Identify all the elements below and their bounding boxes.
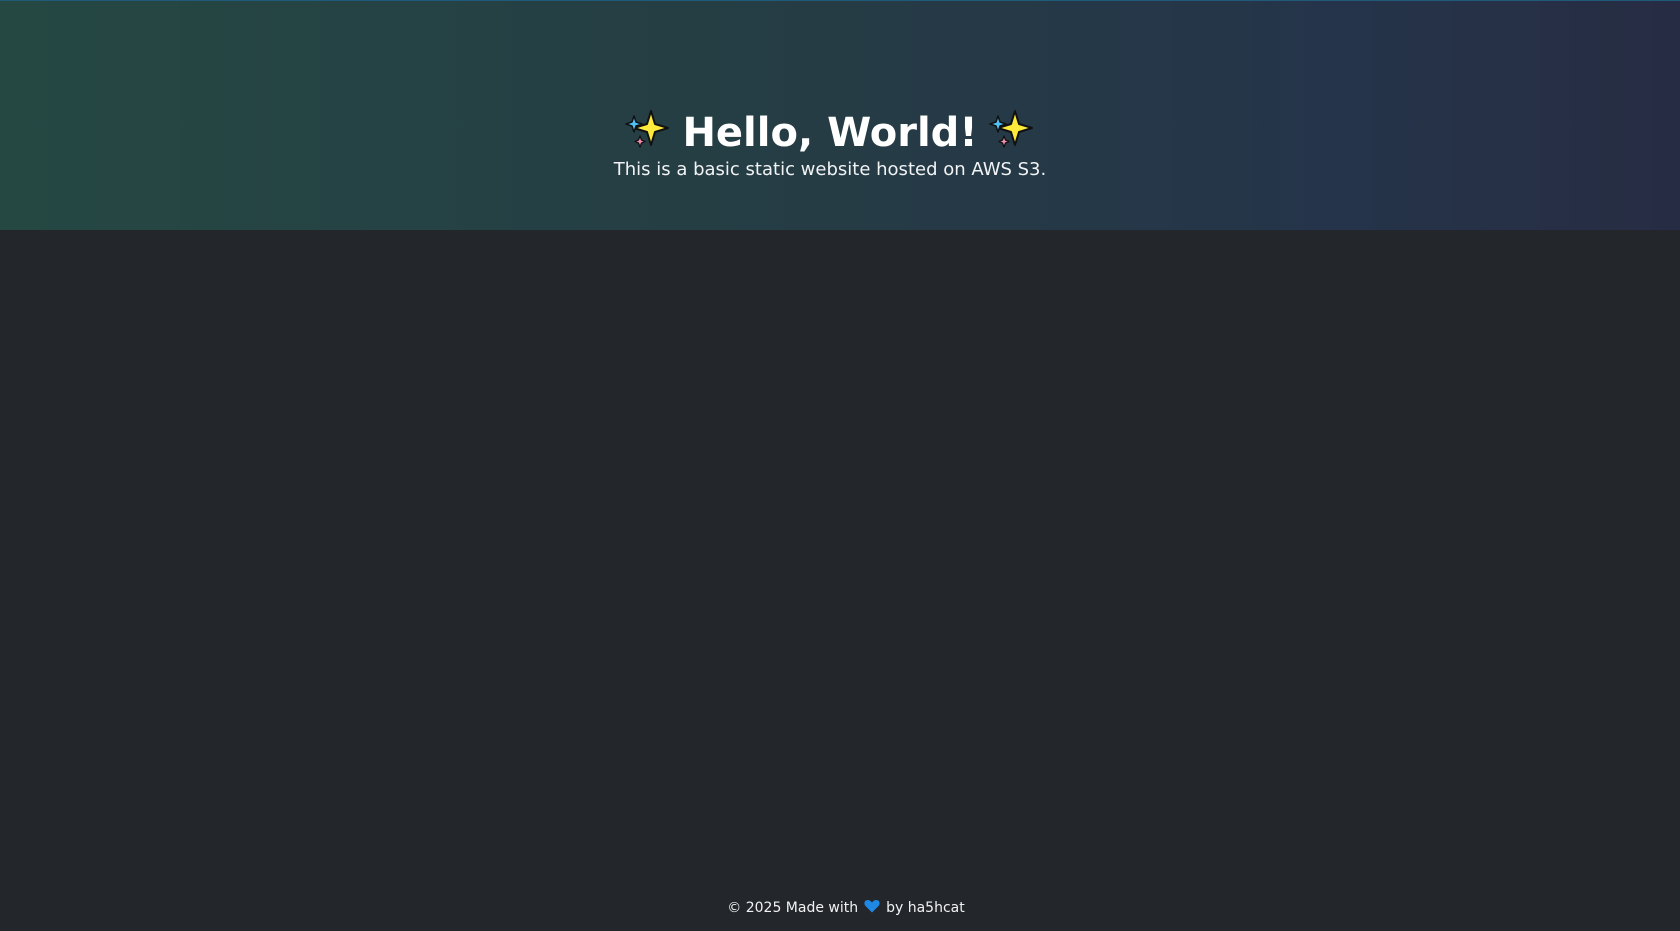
- blue-heart-icon: [864, 897, 880, 913]
- page-subtitle: This is a basic static website hosted on…: [613, 159, 1047, 180]
- footer-suffix: by ha5hcat: [886, 900, 965, 916]
- sparkles-icon: [988, 106, 1036, 154]
- sparkles-icon: [624, 106, 672, 154]
- title-text: Hello, World!: [682, 109, 978, 156]
- hero-banner: Hello, World! This is a basic static web…: [0, 0, 1680, 230]
- footer-prefix: © 2025 Made with: [727, 900, 859, 916]
- page: Hello, World! This is a basic static web…: [0, 0, 1680, 931]
- page-title: Hello, World!: [0, 106, 1660, 159]
- footer: © 2025 Made with by ha5hcat: [0, 896, 1680, 920]
